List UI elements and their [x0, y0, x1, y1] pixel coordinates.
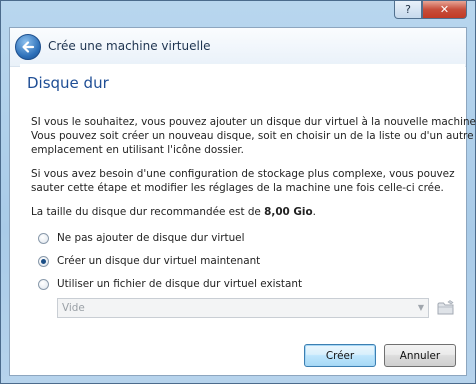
back-arrow-icon — [22, 41, 35, 53]
option-label: Ne pas ajouter de disque dur virtuel — [57, 232, 245, 244]
folder-icon — [437, 300, 454, 315]
recommended-size-text: La taille du disque dur recommandée est … — [31, 205, 451, 219]
advanced-line: sauter cette étape et modifier les régla… — [31, 182, 444, 194]
caption-buttons: ? ✕ — [394, 1, 467, 19]
wizard-title: Crée une machine virtuelle — [48, 39, 211, 53]
option-label: Utiliser un fichier de disque dur virtue… — [57, 278, 303, 290]
intro-line: Vous pouvez soit créer un nouveau disque… — [31, 130, 474, 142]
option-no-disk[interactable]: Ne pas ajouter de disque dur virtuel — [38, 232, 244, 244]
wizard-header: Crée une machine virtuelle — [10, 28, 466, 67]
chevron-down-icon: ▼ — [417, 303, 424, 312]
radio-no-disk[interactable] — [38, 232, 49, 244]
option-existing-disk[interactable]: Utiliser un fichier de disque dur virtue… — [38, 278, 302, 290]
back-button[interactable] — [15, 34, 41, 60]
option-label: Créer un disque dur virtuel maintenant — [57, 255, 261, 267]
help-button[interactable]: ? — [394, 1, 422, 19]
wizard-client-area: Crée une machine virtuelle Disque dur SI… — [9, 27, 476, 376]
intro-line: SI vous le souhaitez, vous pouvez ajoute… — [31, 116, 476, 128]
advanced-paragraph: Si vous avez besoin d'une configuration … — [31, 167, 455, 195]
create-button[interactable]: Créer — [304, 344, 376, 367]
intro-line: emplacement en utilisant l'icône dossier… — [31, 144, 244, 156]
page-title: Disque dur — [27, 74, 109, 92]
cancel-button[interactable]: Annuler — [384, 344, 456, 367]
help-icon: ? — [405, 3, 411, 16]
dialog-window: ? ✕ Crée une machine virtuelle Disque du… — [0, 0, 476, 384]
recommended-suffix: . — [312, 206, 316, 218]
recommended-prefix: La taille du disque dur recommandée est … — [31, 206, 265, 218]
intro-paragraph: SI vous le souhaitez, vous pouvez ajoute… — [31, 115, 476, 157]
close-icon: ✕ — [439, 3, 450, 16]
content-panel — [20, 64, 465, 334]
option-create-disk[interactable]: Créer un disque dur virtuel maintenant — [38, 255, 260, 267]
close-button[interactable]: ✕ — [422, 1, 467, 19]
advanced-line: Si vous avez besoin d'une configuration … — [31, 168, 455, 180]
recommended-size: 8,00 Gio — [264, 206, 313, 218]
radio-existing-disk[interactable] — [38, 278, 49, 290]
existing-disk-select[interactable]: Vide ▼ — [57, 298, 429, 318]
existing-disk-value: Vide — [62, 302, 85, 314]
radio-create-disk[interactable] — [38, 255, 49, 267]
folder-button[interactable] — [436, 298, 456, 318]
